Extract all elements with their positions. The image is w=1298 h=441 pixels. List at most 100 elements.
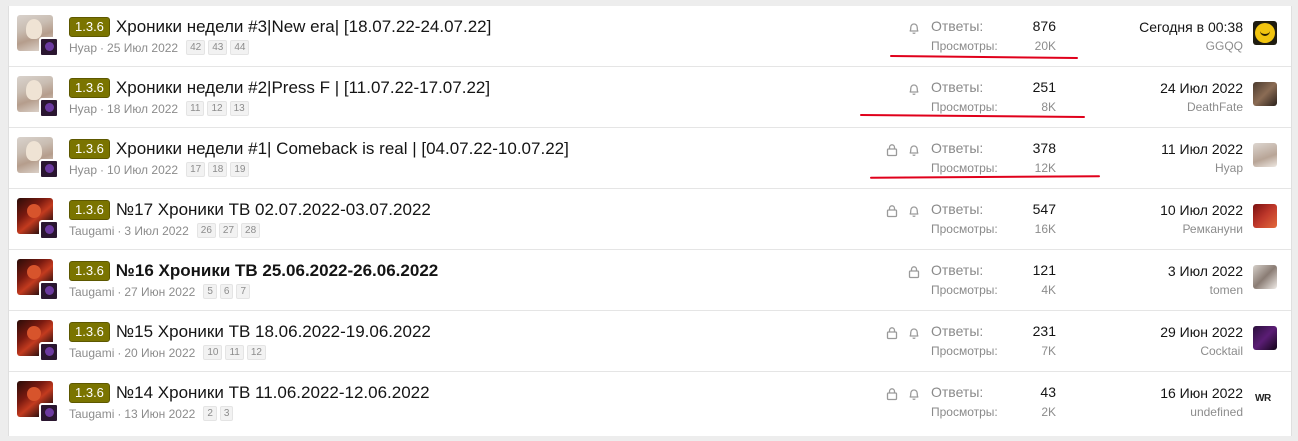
page-jump-link[interactable]: 3 — [219, 406, 234, 421]
page-jump-link[interactable]: 10 — [203, 345, 223, 360]
start-date[interactable]: 25 Июл 2022 — [107, 41, 178, 55]
last-poster-mini-avatar[interactable] — [39, 98, 59, 118]
page-jump-link[interactable]: 12 — [246, 345, 266, 360]
prefix-badge[interactable]: 1.3.6 — [69, 322, 110, 342]
last-post-user[interactable]: tomen — [1168, 282, 1243, 299]
last-poster-avatar[interactable] — [1253, 326, 1277, 350]
page-jump-link[interactable]: 12 — [207, 101, 227, 116]
last-poster-avatar[interactable] — [1253, 204, 1277, 228]
page-jump-link[interactable]: 17 — [186, 162, 206, 177]
author-link[interactable]: Hyap — [69, 163, 97, 177]
last-poster-avatar[interactable] — [1253, 82, 1277, 106]
last-post-date[interactable]: 16 Июн 2022 — [1160, 384, 1243, 403]
author-link[interactable]: Taugami — [69, 407, 114, 421]
start-date[interactable]: 10 Июл 2022 — [107, 163, 178, 177]
thread-title-link[interactable]: Хроники недели #3|New era| [18.07.22-24.… — [116, 17, 491, 37]
bell-icon[interactable] — [907, 326, 921, 340]
last-post-date[interactable]: 29 Июн 2022 — [1160, 323, 1243, 342]
prefix-badge[interactable]: 1.3.6 — [69, 261, 110, 281]
thread-stats: Ответы: 876 Просмотры: 20K — [931, 18, 1056, 56]
page-jump-link[interactable]: 27 — [218, 223, 239, 238]
page-jump-link[interactable]: 13 — [229, 101, 249, 116]
author-link[interactable]: Hyap — [69, 102, 97, 116]
last-post-user[interactable]: undefined — [1160, 404, 1243, 421]
page-jump-link[interactable]: 44 — [230, 40, 250, 55]
prefix-badge[interactable]: 1.3.6 — [69, 17, 110, 37]
last-post-date[interactable]: 11 Июл 2022 — [1161, 140, 1243, 159]
last-post-user[interactable]: GGQQ — [1139, 38, 1243, 55]
thread-title-link[interactable]: №16 Хроники ТВ 25.06.2022-26.06.2022 — [116, 261, 438, 281]
last-post-date[interactable]: 10 Июл 2022 — [1160, 201, 1243, 220]
last-post-user[interactable]: Ремкануни — [1160, 221, 1243, 238]
bell-icon[interactable] — [907, 143, 921, 157]
thread-row[interactable]: 1.3.6 №14 Хроники ТВ 11.06.2022-12.06.20… — [9, 372, 1291, 433]
last-poster-avatar[interactable] — [1253, 21, 1277, 45]
page-jump-link[interactable]: 7 — [236, 284, 251, 299]
replies-stat: Ответы: 231 — [931, 323, 1056, 342]
views-stat: Просмотры: 16K — [931, 220, 1056, 239]
thread-row[interactable]: 1.3.6 Хроники недели #3|New era| [18.07.… — [9, 6, 1291, 67]
last-post-user[interactable]: Hyap — [1161, 160, 1243, 177]
thread-row[interactable]: 1.3.6 №15 Хроники ТВ 18.06.2022-19.06.20… — [9, 311, 1291, 372]
thread-row[interactable]: 1.3.6 Хроники недели #2|Press F | [11.07… — [9, 67, 1291, 128]
prefix-badge[interactable]: 1.3.6 — [69, 200, 110, 220]
last-poster-mini-avatar[interactable] — [39, 159, 59, 179]
thread-row[interactable]: 1.3.6 №17 Хроники ТВ 02.07.2022-03.07.20… — [9, 189, 1291, 250]
last-post-user[interactable]: Cocktail — [1160, 343, 1243, 360]
thread-title-link[interactable]: №17 Хроники ТВ 02.07.2022-03.07.2022 — [116, 200, 431, 220]
page-jump-link[interactable]: 11 — [186, 101, 205, 116]
last-post-date[interactable]: Сегодня в 00:38 — [1139, 18, 1243, 37]
last-poster-avatar[interactable]: WR — [1253, 387, 1277, 411]
start-date[interactable]: 18 Июл 2022 — [107, 102, 178, 116]
page-jump: 42 43 44 — [186, 40, 252, 55]
replies-stat: Ответы: 378 — [931, 140, 1056, 159]
start-date[interactable]: 20 Июн 2022 — [124, 346, 195, 360]
last-poster-mini-avatar[interactable] — [39, 281, 59, 301]
last-poster-mini-avatar[interactable] — [39, 403, 59, 423]
start-date[interactable]: 13 Июн 2022 — [124, 407, 195, 421]
page-jump-link[interactable]: 42 — [186, 40, 206, 55]
page-jump-link[interactable]: 26 — [196, 223, 216, 238]
last-poster-mini-avatar[interactable] — [39, 220, 59, 240]
thread-title-link[interactable]: Хроники недели #2|Press F | [11.07.22-17… — [116, 78, 490, 98]
replies-count: 547 — [1032, 201, 1056, 217]
last-poster-avatar[interactable] — [1253, 143, 1277, 167]
wr-logo: WR — [1255, 393, 1271, 404]
author-link[interactable]: Taugami — [69, 346, 114, 360]
last-post-date[interactable]: 24 Июл 2022 — [1160, 79, 1243, 98]
prefix-badge[interactable]: 1.3.6 — [69, 383, 110, 403]
last-post-user[interactable]: DeathFate — [1160, 99, 1243, 116]
bell-icon[interactable] — [907, 21, 921, 35]
page-jump-link[interactable]: 6 — [219, 284, 234, 299]
views-count: 12K — [1034, 161, 1056, 175]
thread-title-link[interactable]: Хроники недели #1| Comeback is real | [0… — [116, 139, 569, 159]
prefix-badge[interactable]: 1.3.6 — [69, 139, 110, 159]
last-post-date[interactable]: 3 Июл 2022 — [1168, 262, 1243, 281]
author-link[interactable]: Hyap — [69, 41, 97, 55]
author-link[interactable]: Taugami — [69, 285, 114, 299]
thread-row[interactable]: 1.3.6 №16 Хроники ТВ 25.06.2022-26.06.20… — [9, 250, 1291, 311]
prefix-badge[interactable]: 1.3.6 — [69, 78, 110, 98]
page-jump-link[interactable]: 5 — [203, 284, 217, 299]
thread-stats: Ответы: 378 Просмотры: 12K — [931, 140, 1056, 178]
bell-icon[interactable] — [907, 204, 921, 218]
page-jump-link[interactable]: 18 — [208, 162, 228, 177]
last-poster-mini-avatar[interactable] — [39, 37, 59, 57]
start-date[interactable]: 27 Июн 2022 — [124, 285, 195, 299]
replies-count: 876 — [1032, 18, 1056, 34]
bell-icon[interactable] — [907, 82, 921, 96]
page-jump-link[interactable]: 2 — [203, 406, 217, 421]
last-poster-mini-avatar[interactable] — [39, 342, 59, 362]
thread-title-link[interactable]: №14 Хроники ТВ 11.06.2022-12.06.2022 — [116, 383, 430, 403]
thread-title-link[interactable]: №15 Хроники ТВ 18.06.2022-19.06.2022 — [116, 322, 431, 342]
bell-icon[interactable] — [907, 387, 921, 401]
thread-row[interactable]: 1.3.6 Хроники недели #1| Comeback is rea… — [9, 128, 1291, 189]
start-date[interactable]: 3 Июл 2022 — [124, 224, 188, 238]
page-jump-link[interactable]: 43 — [208, 40, 228, 55]
author-link[interactable]: Taugami — [69, 224, 114, 238]
page-jump-link[interactable]: 19 — [230, 162, 250, 177]
page-jump-link[interactable]: 11 — [225, 345, 244, 360]
last-poster-avatar[interactable] — [1253, 265, 1277, 289]
last-post: 16 Июн 2022 undefined — [1160, 384, 1243, 421]
page-jump-link[interactable]: 28 — [241, 223, 261, 238]
